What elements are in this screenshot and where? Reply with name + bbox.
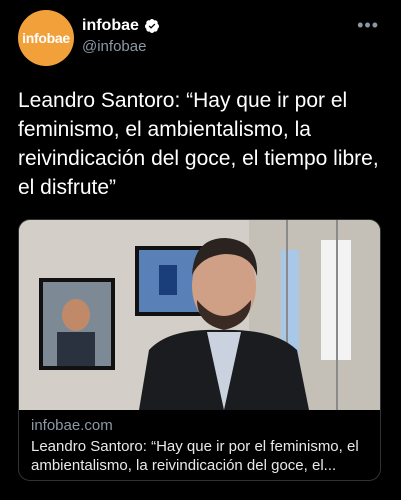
display-name[interactable]: infobae	[82, 17, 139, 35]
avatar[interactable]: infobae	[18, 10, 74, 66]
verified-badge-icon	[144, 19, 159, 33]
card-title: Leandro Santoro: “Hay que ir por el femi…	[31, 438, 359, 474]
account-names: infobae @infobae	[82, 17, 160, 55]
card-meta: infobae.com Leandro Santoro: “Hay que ir…	[31, 417, 371, 475]
card-domain: infobae.com	[31, 417, 113, 434]
card-photo	[19, 220, 380, 410]
tweet-text: Leandro Santoro: “Hay que ir por el femi…	[18, 89, 379, 199]
account-handle[interactable]: @infobae	[82, 38, 160, 55]
more-options-icon[interactable]: •••	[357, 16, 379, 34]
tweet-header: infobae infobae @infobae •••	[18, 10, 385, 66]
portrait-illustration	[19, 220, 380, 410]
avatar-logo-text: infobae	[22, 30, 70, 46]
link-card[interactable]: infobae.com Leandro Santoro: “Hay que ir…	[18, 219, 381, 481]
